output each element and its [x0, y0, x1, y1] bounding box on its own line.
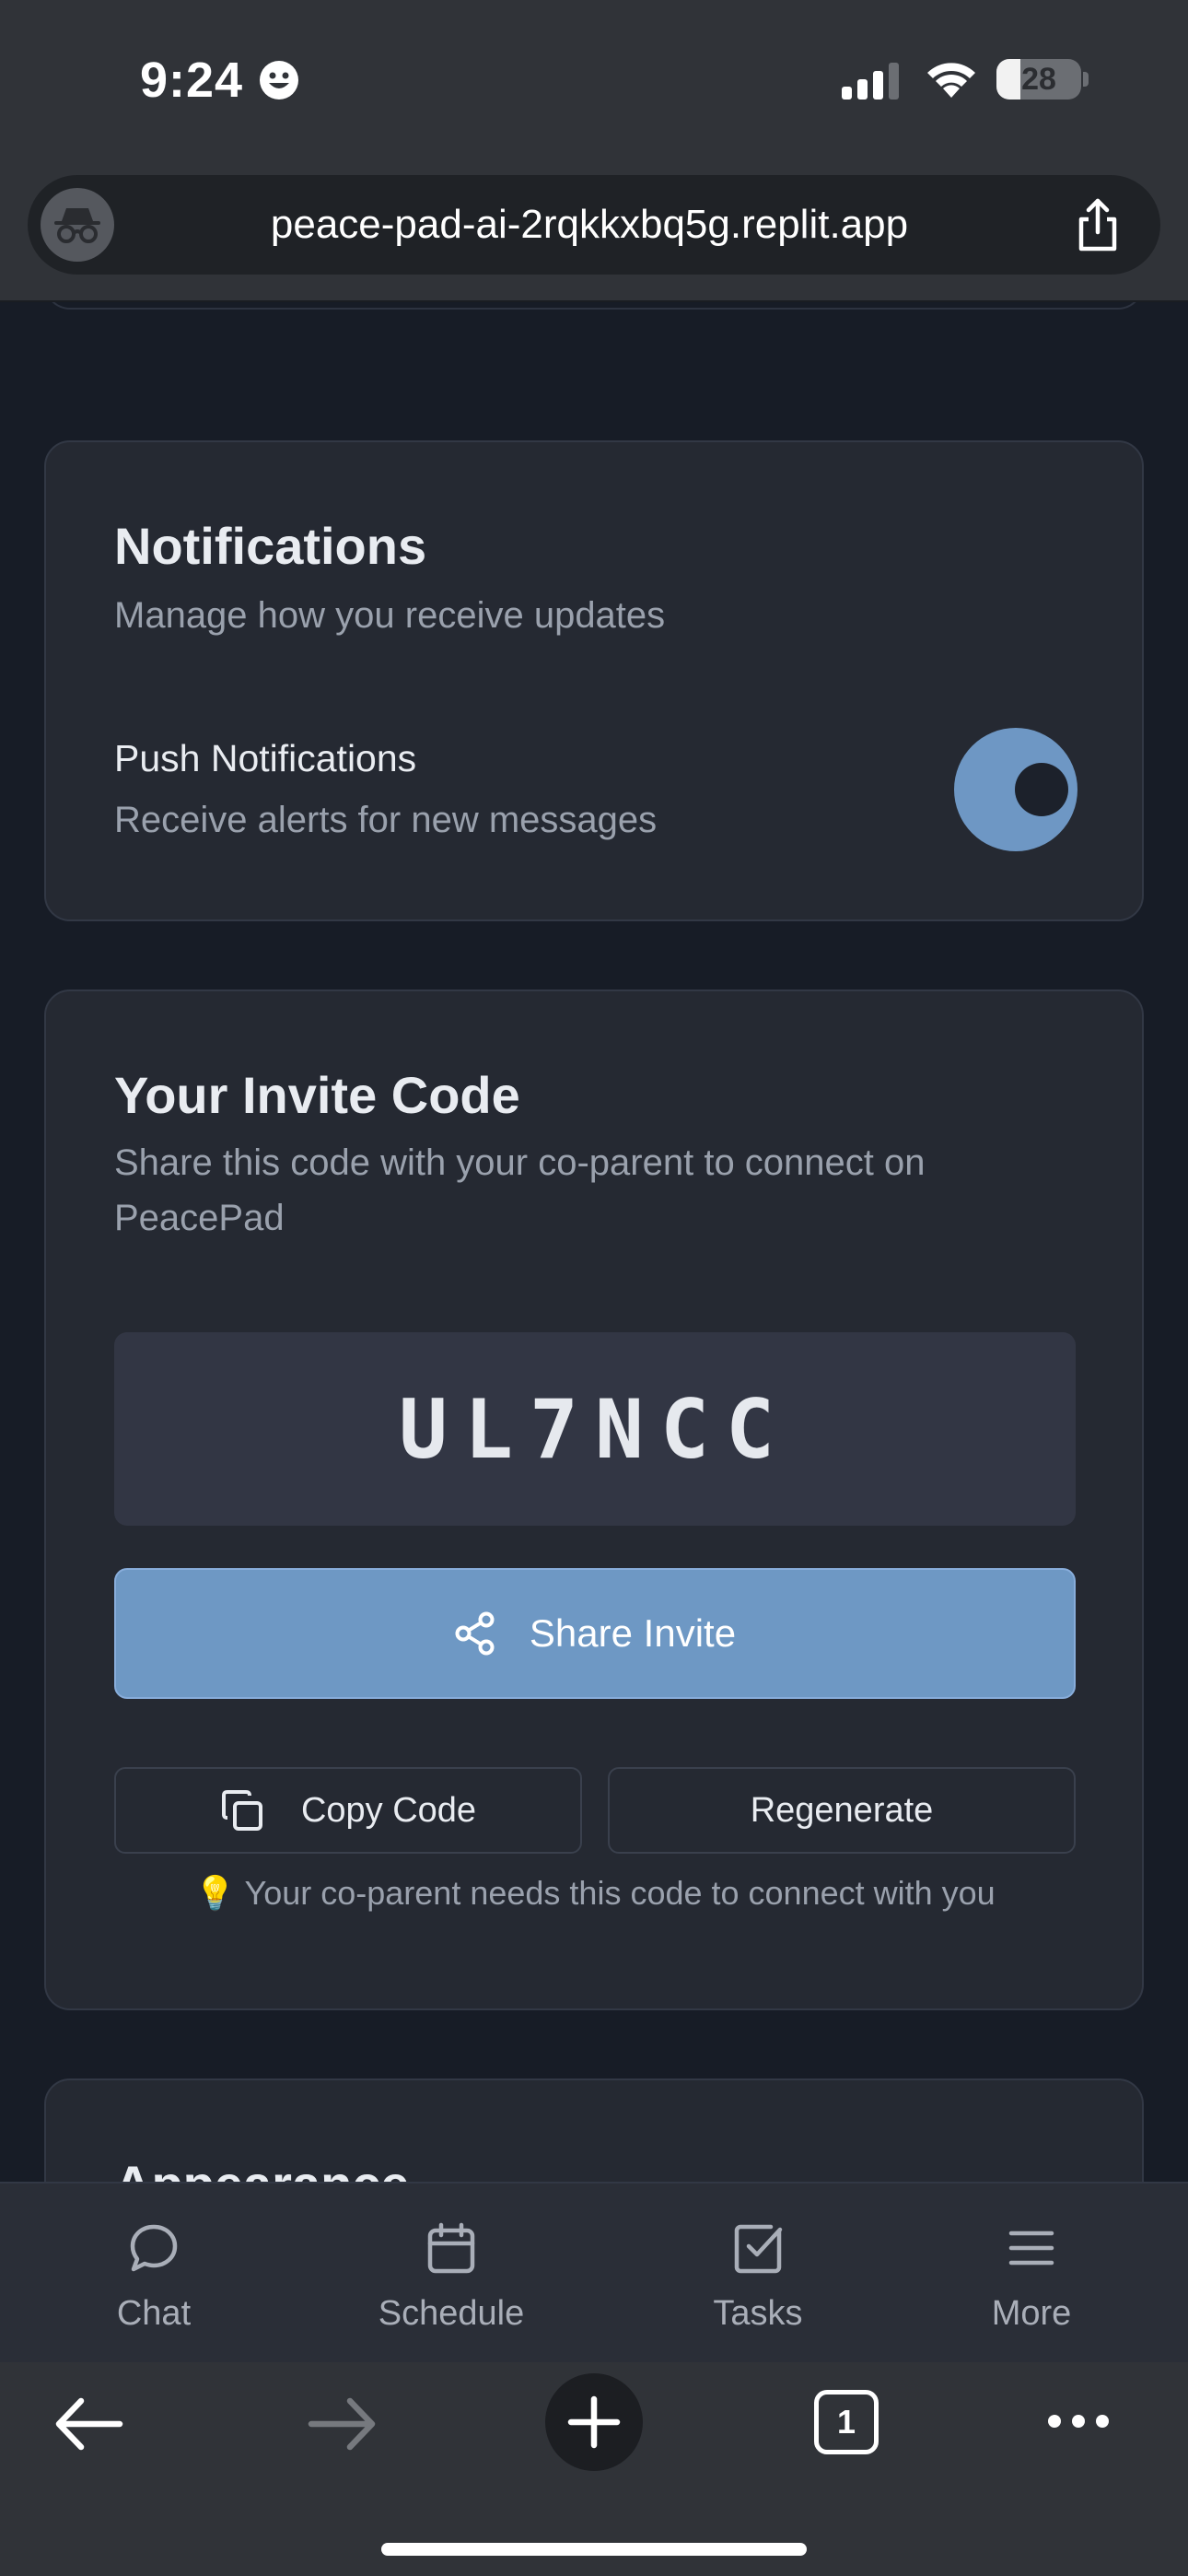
app-bottom-navigation: Chat Schedule Tasks More: [0, 2182, 1188, 2362]
nav-schedule[interactable]: Schedule: [341, 2184, 562, 2364]
smiley-icon: [260, 61, 298, 100]
invite-code-card: Your Invite Code Share this code with yo…: [44, 989, 1144, 2010]
nav-chat-label: Chat: [116, 2294, 192, 2333]
invite-code-value: UL7NCC: [114, 1332, 1076, 1526]
wifi-icon: [927, 63, 975, 98]
calendar-icon: [427, 2222, 475, 2274]
tabs-button[interactable]: 1: [814, 2390, 879, 2454]
nav-schedule-label: Schedule: [378, 2294, 525, 2333]
url-field[interactable]: peace-pad-ai-2rqkkxbq5g.replit.app: [28, 175, 1160, 275]
notifications-card: Notifications Manage how you receive upd…: [44, 440, 1144, 921]
browser-address-bar: peace-pad-ai-2rqkkxbq5g.replit.app: [0, 157, 1188, 302]
notifications-subtitle: Manage how you receive updates: [114, 595, 666, 636]
incognito-icon[interactable]: [41, 188, 114, 262]
battery-level: 28: [1021, 62, 1056, 97]
nav-tasks[interactable]: Tasks: [647, 2184, 868, 2364]
new-tab-button[interactable]: [545, 2373, 643, 2471]
nav-more-label: More: [991, 2294, 1072, 2333]
menu-icon: [1008, 2231, 1054, 2266]
notifications-title: Notifications: [114, 517, 427, 575]
nav-more[interactable]: More: [921, 2184, 1142, 2364]
invite-code-subtitle: Share this code with your co-parent to c…: [114, 1142, 926, 1238]
invite-hint: 💡 Your co-parent needs this code to conn…: [114, 1874, 1076, 1913]
status-time: 9:24: [140, 53, 244, 108]
browser-toolbar: 1: [0, 2362, 1188, 2576]
checkbox-icon: [734, 2224, 783, 2274]
chat-bubble-icon: [130, 2224, 178, 2272]
settings-content[interactable]: Notifications Manage how you receive upd…: [0, 302, 1188, 2182]
toggle-knob: [1015, 763, 1068, 816]
battery-nub: [1083, 72, 1089, 87]
appearance-title: Appearance: [114, 2154, 410, 2182]
lightbulb-icon: 💡: [194, 1874, 237, 1912]
appearance-card: Appearance: [44, 2078, 1144, 2182]
copy-code-button[interactable]: Copy Code: [114, 1767, 582, 1854]
home-indicator: [381, 2543, 807, 2556]
previous-card-edge: [44, 302, 1144, 310]
nav-tasks-label: Tasks: [713, 2294, 803, 2333]
copy-icon: [221, 1790, 262, 1831]
plus-icon: [567, 2395, 621, 2449]
invite-code-title: Your Invite Code: [114, 1066, 520, 1124]
push-notifications-label: Push Notifications: [114, 737, 417, 779]
push-notifications-description: Receive alerts for new messages: [114, 800, 658, 840]
regenerate-label: Regenerate: [750, 1790, 934, 1830]
status-bar: 9:24 28: [0, 0, 1188, 157]
share-nodes-icon: [455, 1611, 495, 1656]
back-arrow-icon[interactable]: [52, 2395, 125, 2453]
copy-code-label: Copy Code: [300, 1790, 477, 1830]
nav-chat[interactable]: Chat: [43, 2184, 264, 2364]
share-icon[interactable]: [1068, 195, 1127, 254]
share-invite-button[interactable]: Share Invite: [114, 1568, 1076, 1699]
url-text: peace-pad-ai-2rqkkxbq5g.replit.app: [270, 202, 909, 247]
push-notifications-toggle[interactable]: [954, 728, 1077, 851]
cellular-signal-icon: [842, 63, 899, 100]
invite-hint-text: Your co-parent needs this code to connec…: [244, 1874, 996, 1912]
forward-arrow-icon[interactable]: [306, 2395, 379, 2453]
more-options-icon[interactable]: [1046, 2410, 1111, 2432]
battery-indicator: 28: [996, 59, 1081, 100]
share-invite-label: Share Invite: [529, 1611, 737, 1655]
regenerate-button[interactable]: Regenerate: [608, 1767, 1076, 1854]
